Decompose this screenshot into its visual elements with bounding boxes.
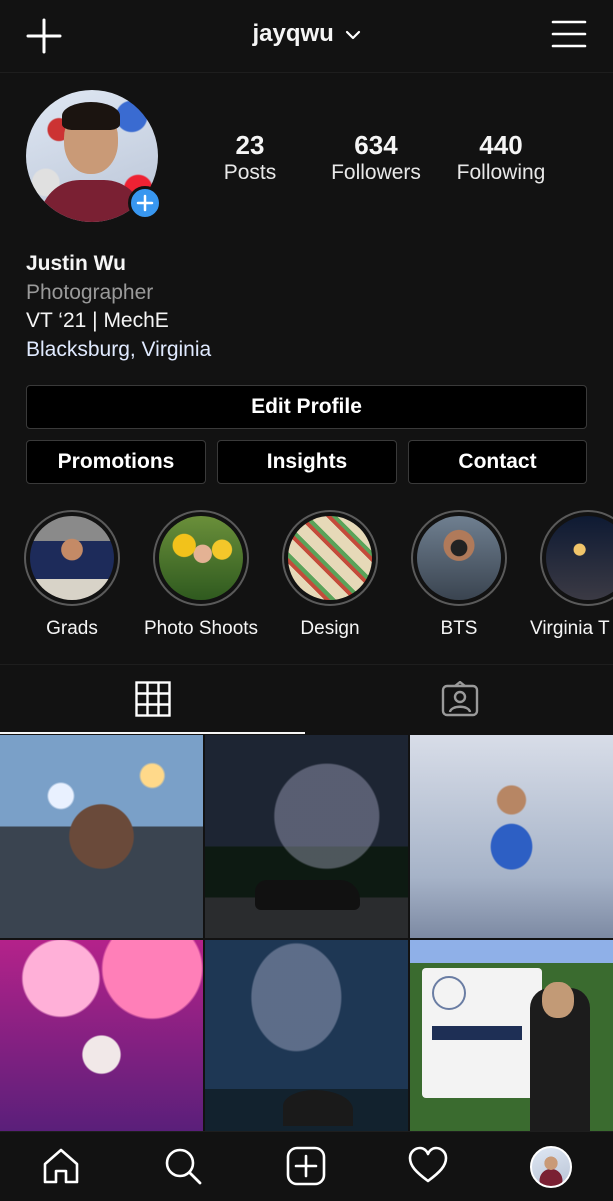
highlight-grads[interactable]: Grads xyxy=(12,510,132,640)
post-thumbnail[interactable] xyxy=(205,735,408,938)
post-thumbnail[interactable] xyxy=(0,940,203,1131)
insights-button[interactable]: Insights xyxy=(217,440,397,484)
search-icon[interactable] xyxy=(163,1146,203,1186)
active-tab-indicator xyxy=(0,732,305,734)
post-thumbnail[interactable] xyxy=(0,735,203,938)
highlight-label: Virginia T xyxy=(530,618,610,639)
following-count: 440 xyxy=(479,130,523,160)
highlight-label: BTS xyxy=(440,618,478,639)
bio-text: VT ‘21 | MechE xyxy=(26,309,169,332)
post-thumbnail[interactable] xyxy=(410,735,613,938)
profile-bio: Justin Wu Photographer VT ‘21 | MechE Bl… xyxy=(26,250,211,364)
chevron-down-icon xyxy=(345,30,360,39)
username: jayqwu xyxy=(252,20,334,47)
profile-avatar[interactable] xyxy=(26,90,162,226)
highlight-label: Photo Shoots xyxy=(143,618,259,639)
stat-following[interactable]: 440 Following xyxy=(436,130,566,186)
highlight-label: Grads xyxy=(46,618,98,639)
add-story-button[interactable] xyxy=(128,186,162,220)
promotions-button[interactable]: Promotions xyxy=(26,440,206,484)
highlight-virginia-tech[interactable]: Virginia T xyxy=(528,510,613,640)
menu-icon[interactable] xyxy=(551,18,587,50)
highlight-bts[interactable]: BTS xyxy=(399,510,519,640)
new-post-icon[interactable] xyxy=(286,1146,326,1186)
edit-profile-button[interactable]: Edit Profile xyxy=(26,385,587,429)
posts-count: 23 xyxy=(235,130,265,160)
grid-icon[interactable] xyxy=(135,681,171,717)
stat-posts[interactable]: 23 Posts xyxy=(185,130,315,186)
activity-heart-icon[interactable] xyxy=(408,1146,448,1186)
highlight-cover xyxy=(417,516,501,600)
top-bar: jayqwu xyxy=(0,0,613,73)
following-label: Following xyxy=(456,161,546,184)
followers-label: Followers xyxy=(331,161,421,184)
followers-count: 634 xyxy=(354,130,398,160)
posts-label: Posts xyxy=(223,161,277,184)
plus-icon xyxy=(136,194,154,212)
home-icon[interactable] xyxy=(41,1146,81,1186)
contact-button[interactable]: Contact xyxy=(408,440,587,484)
profile-tabs xyxy=(0,664,613,735)
username-switcher[interactable]: jayqwu xyxy=(0,20,613,48)
profile-avatar[interactable] xyxy=(530,1146,572,1188)
highlight-photo-shoots[interactable]: Photo Shoots xyxy=(141,510,261,640)
display-name: Justin Wu xyxy=(26,252,126,275)
highlight-cover xyxy=(30,516,114,600)
highlight-cover xyxy=(546,516,613,600)
post-thumbnail[interactable] xyxy=(410,940,613,1131)
post-thumbnail[interactable] xyxy=(205,940,408,1131)
highlight-cover xyxy=(288,516,372,600)
highlight-label: Design xyxy=(300,618,360,639)
stat-followers[interactable]: 634 Followers xyxy=(311,130,441,186)
highlight-cover xyxy=(159,516,243,600)
location-link[interactable]: Blacksburg, Virginia xyxy=(26,336,211,365)
photo-grid xyxy=(0,735,613,1131)
bottom-nav xyxy=(0,1131,613,1201)
highlight-design[interactable]: Design xyxy=(270,510,390,640)
category-label: Photographer xyxy=(26,280,154,304)
tagged-icon[interactable] xyxy=(441,681,479,717)
